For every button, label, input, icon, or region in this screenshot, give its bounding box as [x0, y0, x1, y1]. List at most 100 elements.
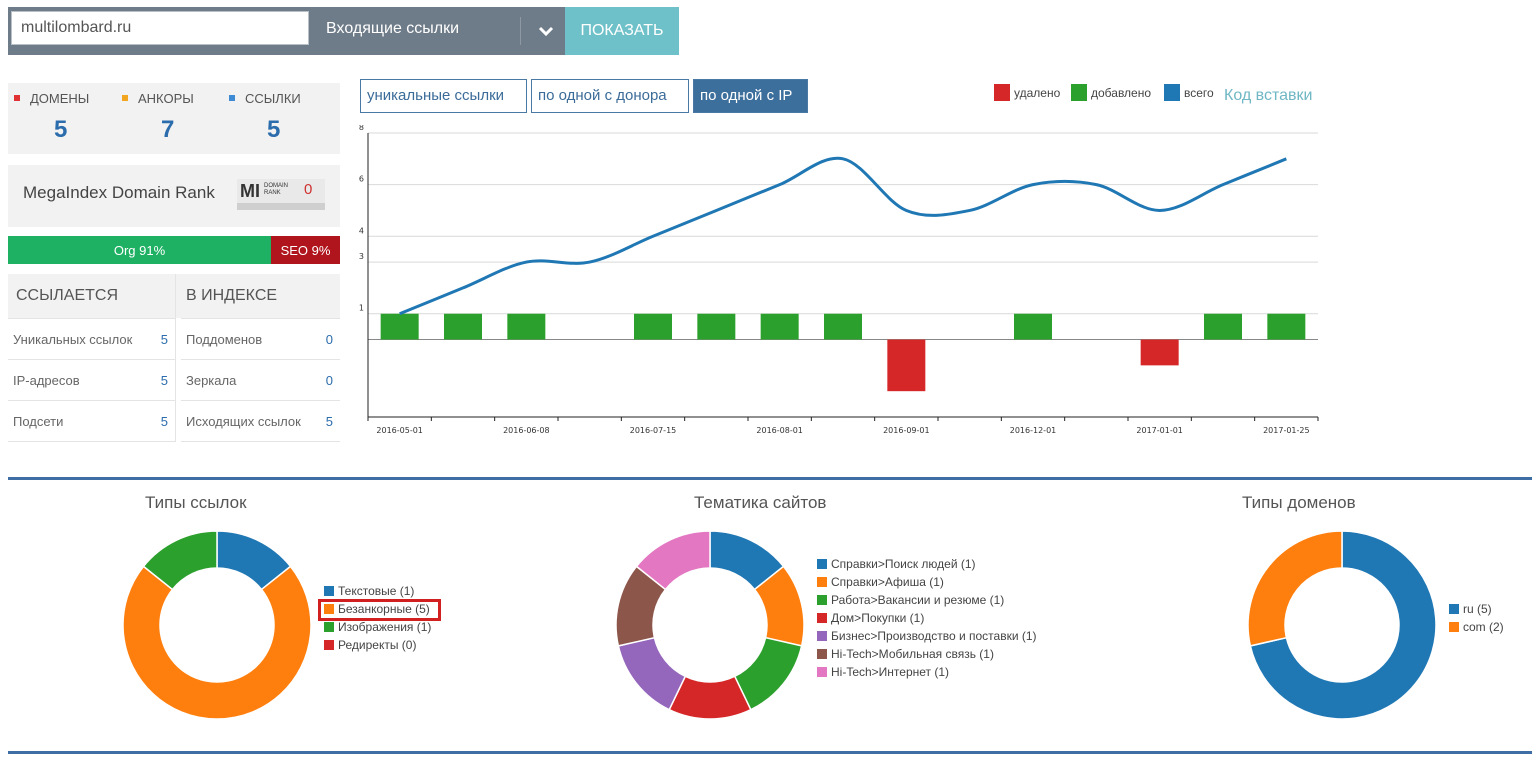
legend-item[interactable]: Текстовые (1) [324, 582, 431, 600]
y-tick-label: 6 [359, 175, 364, 184]
row-label: Уникальных ссылок [13, 332, 133, 347]
legend-label: ru (5) [1463, 602, 1492, 616]
row-value: 5 [160, 414, 168, 429]
row-label: Зеркала [186, 373, 237, 388]
domain-rank-badge: MI DOMAIN RANK 0 [237, 179, 325, 210]
table-row[interactable]: Исходящих ссылок 5 [181, 400, 340, 442]
legend-label: Дом>Покупки (1) [831, 611, 925, 625]
row-label: Исходящих ссылок [186, 414, 301, 429]
legend-label: com (2) [1463, 620, 1504, 634]
legend-swatch [817, 595, 827, 605]
legend-item[interactable]: Справки>Афиша (1) [817, 573, 1037, 591]
legend-swatch [817, 613, 827, 623]
links-to-header: ССЫЛАЕТСЯ [8, 274, 175, 318]
seo-segment: SEO 9% [271, 236, 340, 264]
org-segment: Org 91% [8, 236, 271, 264]
legend-item[interactable]: Hi-Tech>Мобильная связь (1) [817, 645, 1037, 663]
legend-swatch [817, 631, 827, 641]
added-bar[interactable] [760, 313, 799, 340]
counter-value: 5 [54, 116, 68, 143]
legend-item[interactable]: ru (5) [1449, 600, 1504, 618]
added-bar[interactable] [697, 313, 736, 340]
legend-removed[interactable]: удалено [994, 84, 1060, 102]
table-row[interactable]: IP-адресов 5 [8, 359, 175, 400]
link-types-donut [122, 530, 312, 720]
legend-swatch [1449, 622, 1459, 632]
row-value: 5 [160, 373, 168, 388]
added-bar[interactable] [1267, 313, 1306, 340]
table-row[interactable]: Зеркала 0 [181, 359, 340, 400]
legend-item[interactable]: Дом>Покупки (1) [817, 609, 1037, 627]
chevron-down-icon[interactable] [528, 17, 564, 45]
legend-label: Изображения (1) [338, 620, 432, 634]
highlight-box [318, 599, 441, 621]
legend-label: Работа>Вакансии и резюме (1) [831, 593, 1005, 607]
y-tick-label: 1 [359, 304, 364, 313]
counter-value: 5 [267, 116, 281, 143]
show-button[interactable]: ПОКАЗАТЬ [565, 7, 679, 55]
row-label: IP-адресов [13, 373, 80, 388]
legend-item[interactable]: Работа>Вакансии и резюме (1) [817, 591, 1037, 609]
legend-label: Бизнес>Производство и поставки (1) [831, 629, 1037, 643]
pie-title-link-types: Типы ссылок [145, 493, 247, 512]
legend-swatch [324, 622, 334, 632]
square-icon [14, 95, 20, 101]
removed-bar[interactable] [887, 339, 926, 392]
legend-item[interactable]: com (2) [1449, 618, 1504, 636]
in-index-header: В ИНДЕКСЕ [176, 274, 340, 318]
column-divider [175, 274, 176, 442]
legend-item[interactable]: Редиректы (0) [324, 636, 431, 654]
counter-label: ССЫЛКИ [229, 91, 301, 106]
donut-slice[interactable] [617, 636, 687, 711]
legend-swatch [817, 649, 827, 659]
pie-title-domain-types: Типы доменов [1242, 493, 1356, 512]
tab-one-per-donor[interactable]: по одной с донора [531, 79, 689, 113]
tab-one-per-ip[interactable]: по одной с IP [693, 79, 808, 113]
legend-label: Текстовые (1) [338, 584, 415, 598]
removed-bar[interactable] [1140, 339, 1179, 366]
legend-added[interactable]: добавлено [1071, 84, 1151, 102]
table-row[interactable]: Подсети 5 [8, 400, 175, 442]
square-icon [229, 95, 235, 101]
legend-total[interactable]: всего [1164, 84, 1214, 102]
section-divider [8, 477, 1532, 480]
x-tick-label: 2016-05-01 [376, 426, 423, 435]
tab-unique-links[interactable]: уникальные ссылки [360, 79, 527, 113]
added-bar[interactable] [824, 313, 862, 340]
donut-slice[interactable] [1247, 530, 1343, 647]
legend-item[interactable]: Бизнес>Производство и поставки (1) [817, 627, 1037, 645]
added-bar[interactable] [1204, 313, 1242, 340]
row-value: 5 [160, 332, 168, 347]
table-row[interactable]: Поддоменов 0 [181, 318, 340, 359]
legend-label: Hi-Tech>Мобильная связь (1) [831, 647, 994, 661]
domain-input[interactable] [11, 11, 309, 45]
legend-item[interactable]: Справки>Поиск людей (1) [817, 555, 1037, 573]
x-tick-label: 2016-12-01 [1010, 426, 1057, 435]
badge-caption: DOMAIN RANK [264, 183, 288, 196]
embed-code-link[interactable]: Код вставки [1224, 87, 1312, 105]
square-icon [122, 95, 128, 101]
link-type-select[interactable]: Входящие ссылки [326, 20, 459, 38]
legend-swatch [817, 577, 827, 587]
stats-table: ССЫЛАЕТСЯ В ИНДЕКСЕ Уникальных ссылок 5 … [8, 274, 340, 442]
added-bar[interactable] [507, 313, 546, 340]
table-row[interactable]: Уникальных ссылок 5 [8, 318, 175, 359]
y-tick-label: 4 [359, 226, 364, 235]
domain-types-donut [1247, 530, 1437, 720]
added-bar[interactable] [634, 313, 672, 340]
x-tick-label: 2017-01-25 [1263, 426, 1310, 435]
legend-item[interactable]: Hi-Tech>Интернет (1) [817, 663, 1037, 681]
added-bar[interactable] [380, 313, 419, 340]
pie-title-site-topics: Тематика сайтов [694, 493, 827, 512]
legend-label: Редиректы (0) [338, 638, 417, 652]
domain-rank-panel: MegaIndex Domain Rank MI DOMAIN RANK 0 [8, 165, 340, 227]
added-bar[interactable] [1014, 313, 1052, 340]
domain-rank-label: MegaIndex Domain Rank [23, 183, 215, 202]
legend-swatch [324, 640, 334, 650]
added-bar[interactable] [444, 313, 482, 340]
x-tick-label: 2016-06-08 [503, 426, 550, 435]
legend-swatch [817, 559, 827, 569]
row-value: 0 [325, 332, 333, 347]
donut-slice[interactable] [122, 565, 312, 720]
counter-label: ДОМЕНЫ [14, 91, 89, 106]
